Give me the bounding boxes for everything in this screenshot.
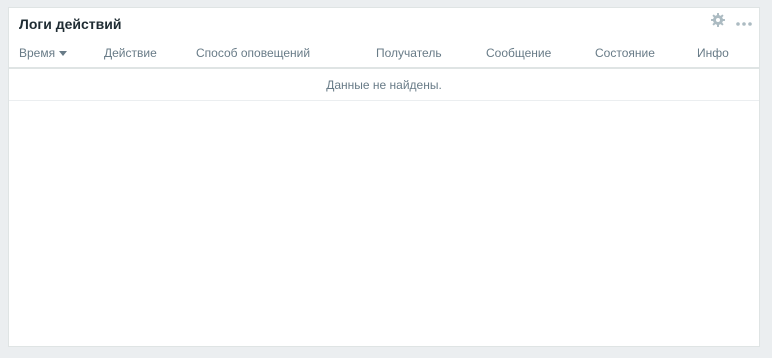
action-logs-widget: Логи действий Время Действие Способ опов… [8,7,760,347]
column-header-action[interactable]: Действие [104,46,157,60]
column-header-notification-method[interactable]: Способ оповещений [196,46,310,60]
column-header-message[interactable]: Сообщение [486,46,551,60]
column-header-status[interactable]: Состояние [595,46,655,60]
gear-icon [711,12,725,32]
widget-title: Логи действий [19,16,122,32]
sort-desc-icon [59,51,68,56]
more-button[interactable] [735,14,753,30]
widget-actions [709,12,753,32]
empty-message: Данные не найдены. [326,78,442,92]
column-header-recipient[interactable]: Получатель [376,46,442,60]
column-header-time[interactable]: Время [19,46,68,60]
column-header-label: Способ оповещений [196,46,311,60]
column-header-label: Сообщение [486,46,552,60]
widget-header: Логи действий [9,8,759,38]
table-header: Время Действие Способ оповещений Получат… [9,39,759,69]
column-header-label: Действие [104,46,157,60]
column-header-label: Инфо [697,46,729,60]
column-header-label: Состояние [595,46,655,60]
column-header-label: Время [19,46,56,60]
column-header-info[interactable]: Инфо [697,46,729,60]
table-empty-row: Данные не найдены. [9,69,759,101]
column-header-label: Получатель [376,46,442,60]
more-horizontal-icon [736,13,752,31]
settings-button[interactable] [709,12,727,32]
